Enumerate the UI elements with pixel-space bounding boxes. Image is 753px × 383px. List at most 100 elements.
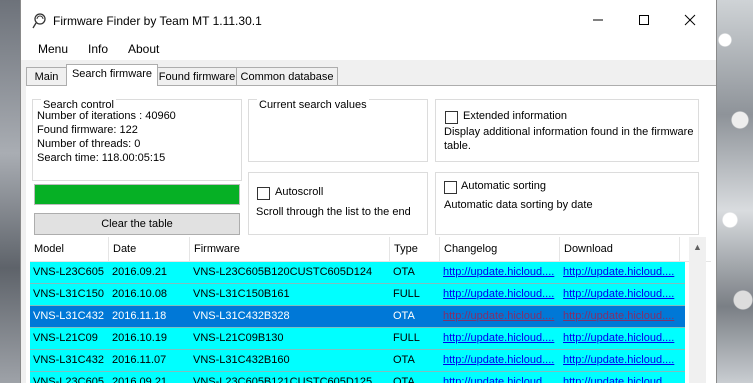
minimize-icon	[593, 19, 603, 21]
auto-sort-label[interactable]: Automatic sorting	[461, 180, 546, 192]
title-bar[interactable]: Firmware Finder by Team MT 1.11.30.1	[21, 0, 716, 40]
type-text: OTA	[393, 354, 415, 366]
cell-firmware: VNS-L21C09B130	[190, 328, 390, 350]
cell-download[interactable]: http://update.hicloud....	[560, 372, 685, 383]
cell-type: OTA	[390, 372, 440, 383]
desktop-background-left	[0, 0, 20, 383]
table-row[interactable]: VNS-L21C09 2016.10.19 VNS-L21C09B130 FULL ht…	[30, 328, 685, 350]
column-header-firmware[interactable]: Firmware	[190, 237, 390, 261]
table-header: Model Date Firmware Type Changelog Downl…	[30, 237, 711, 262]
current-values-title: Current search values	[257, 99, 369, 111]
table-row[interactable]: VNS-L23C605 2016.09.21 VNS-L23C605B121CUST…	[30, 372, 685, 383]
table-row[interactable]: VNS-L31C432 2016.11.18 VNS-L31C432B328 OTA h…	[30, 306, 685, 328]
column-header-download[interactable]: Download	[560, 237, 680, 261]
type-text: FULL	[393, 332, 420, 344]
download-link[interactable]: http://update.hicloud....	[563, 354, 674, 366]
close-icon	[684, 14, 696, 26]
download-link[interactable]: http://update.hicloud....	[563, 332, 674, 344]
cell-changelog[interactable]: http://update.hicloud....	[440, 328, 560, 350]
cell-date: 2016.10.19	[109, 328, 190, 350]
changelog-link[interactable]: http://update.hicloud....	[443, 288, 554, 300]
extended-info-label[interactable]: Extended information	[463, 110, 567, 122]
table-row[interactable]: VNS-L23C605 2016.09.21 VNS-L23C605B120CUST…	[30, 262, 685, 284]
cell-download[interactable]: http://update.hicloud....	[560, 262, 685, 284]
column-header-model[interactable]: Model	[30, 237, 109, 261]
download-link[interactable]: http://update.hicloud....	[563, 266, 674, 278]
cell-model: VNS-L31C432	[30, 306, 109, 328]
date-text: 2016.09.21	[112, 376, 168, 383]
cell-model: VNS-L23C605	[30, 372, 109, 383]
model-text: VNS-L21C09	[33, 332, 98, 344]
cell-download[interactable]: http://update.hicloud....	[560, 328, 685, 350]
column-header-date[interactable]: Date	[109, 237, 190, 261]
cell-changelog[interactable]: http://update.hicloud....	[440, 372, 560, 383]
search-progress-bar	[34, 184, 240, 205]
cell-changelog[interactable]: http://update.hicloud....	[440, 306, 560, 328]
tab-main[interactable]: Main	[26, 67, 67, 85]
extended-info-checkbox[interactable]	[445, 111, 458, 124]
type-text: OTA	[393, 376, 415, 383]
tab-search-firmware[interactable]: Search firmware	[66, 64, 158, 86]
autoscroll-label[interactable]: Autoscroll	[275, 186, 323, 198]
model-text: VNS-L31C432	[33, 354, 104, 366]
date-text: 2016.10.08	[112, 288, 168, 300]
clear-table-button[interactable]: Clear the table	[34, 213, 240, 235]
window-title: Firmware Finder by Team MT 1.11.30.1	[53, 14, 262, 28]
close-button[interactable]	[667, 0, 713, 40]
tab-found-firmware[interactable]: Found firmware	[157, 67, 237, 85]
menu-menu[interactable]: Menu	[38, 42, 68, 56]
date-text: 2016.09.21	[112, 266, 168, 278]
download-link[interactable]: http://update.hicloud....	[563, 310, 674, 322]
changelog-link[interactable]: http://update.hicloud....	[443, 266, 554, 278]
table-row[interactable]: VNS-L31C432 2016.11.07 VNS-L31C432B160 OTA h…	[30, 350, 685, 372]
auto-sort-description: Automatic data sorting by date	[444, 199, 593, 211]
maximize-button[interactable]	[621, 0, 667, 40]
date-text: 2016.11.18	[112, 310, 167, 322]
vertical-scrollbar[interactable]: ▲	[689, 237, 706, 383]
cell-download[interactable]: http://update.hicloud....	[560, 306, 685, 328]
cell-model: VNS-L31C432	[30, 350, 109, 372]
search-control-group: Search control Number of iterations : 40…	[32, 99, 242, 181]
autoscroll-checkbox[interactable]	[257, 187, 270, 200]
firmware-text: VNS-L23C605B120CUSTC605D124	[193, 266, 373, 278]
model-text: VNS-L31C432	[33, 310, 104, 322]
cell-download[interactable]: http://update.hicloud....	[560, 350, 685, 372]
autoscroll-description: Scroll through the list to the end	[256, 206, 411, 218]
cell-download[interactable]: http://update.hicloud....	[560, 284, 685, 306]
changelog-link[interactable]: http://update.hicloud....	[443, 332, 554, 344]
firmware-text: VNS-L23C605B121CUSTC605D125	[193, 376, 373, 383]
iterations-text: Number of iterations : 40960	[37, 110, 176, 122]
changelog-link[interactable]: http://update.hicloud....	[443, 310, 554, 322]
column-header-type[interactable]: Type	[390, 237, 440, 261]
threads-text: Number of threads: 0	[37, 138, 141, 150]
tab-strip: Main Search firmware Found firmware Comm…	[21, 64, 716, 86]
extended-info-group: Extended information Display additional …	[435, 99, 699, 162]
cell-date: 2016.11.07	[109, 350, 190, 372]
tab-common-database[interactable]: Common database	[236, 67, 338, 85]
cell-date: 2016.09.21	[109, 262, 190, 284]
auto-sort-checkbox[interactable]	[444, 181, 457, 194]
cell-type: OTA	[390, 350, 440, 372]
changelog-link[interactable]: http://update.hicloud....	[443, 376, 554, 383]
download-link[interactable]: http://update.hicloud....	[563, 288, 674, 300]
minimize-button[interactable]	[575, 0, 621, 40]
cell-model: VNS-L21C09	[30, 328, 109, 350]
progress-fill	[35, 185, 239, 204]
changelog-link[interactable]: http://update.hicloud....	[443, 354, 554, 366]
download-link[interactable]: http://update.hicloud....	[563, 376, 674, 383]
cell-changelog[interactable]: http://update.hicloud....	[440, 284, 560, 306]
found-firmware-text: Found firmware: 122	[37, 124, 138, 136]
cell-type: FULL	[390, 328, 440, 350]
table-row[interactable]: VNS-L31C150 2016.10.08 VNS-L31C150B161 FULL…	[30, 284, 685, 306]
column-header-changelog[interactable]: Changelog	[440, 237, 560, 261]
cell-date: 2016.10.08	[109, 284, 190, 306]
menu-about[interactable]: About	[128, 42, 159, 56]
extended-info-description-1: Display additional information found in …	[444, 126, 694, 138]
type-text: OTA	[393, 266, 415, 278]
cell-changelog[interactable]: http://update.hicloud....	[440, 262, 560, 284]
maximize-icon	[639, 15, 649, 25]
cell-changelog[interactable]: http://update.hicloud....	[440, 350, 560, 372]
date-text: 2016.11.07	[112, 354, 167, 366]
scroll-up-arrow-icon[interactable]: ▲	[689, 239, 706, 256]
menu-info[interactable]: Info	[88, 42, 108, 56]
